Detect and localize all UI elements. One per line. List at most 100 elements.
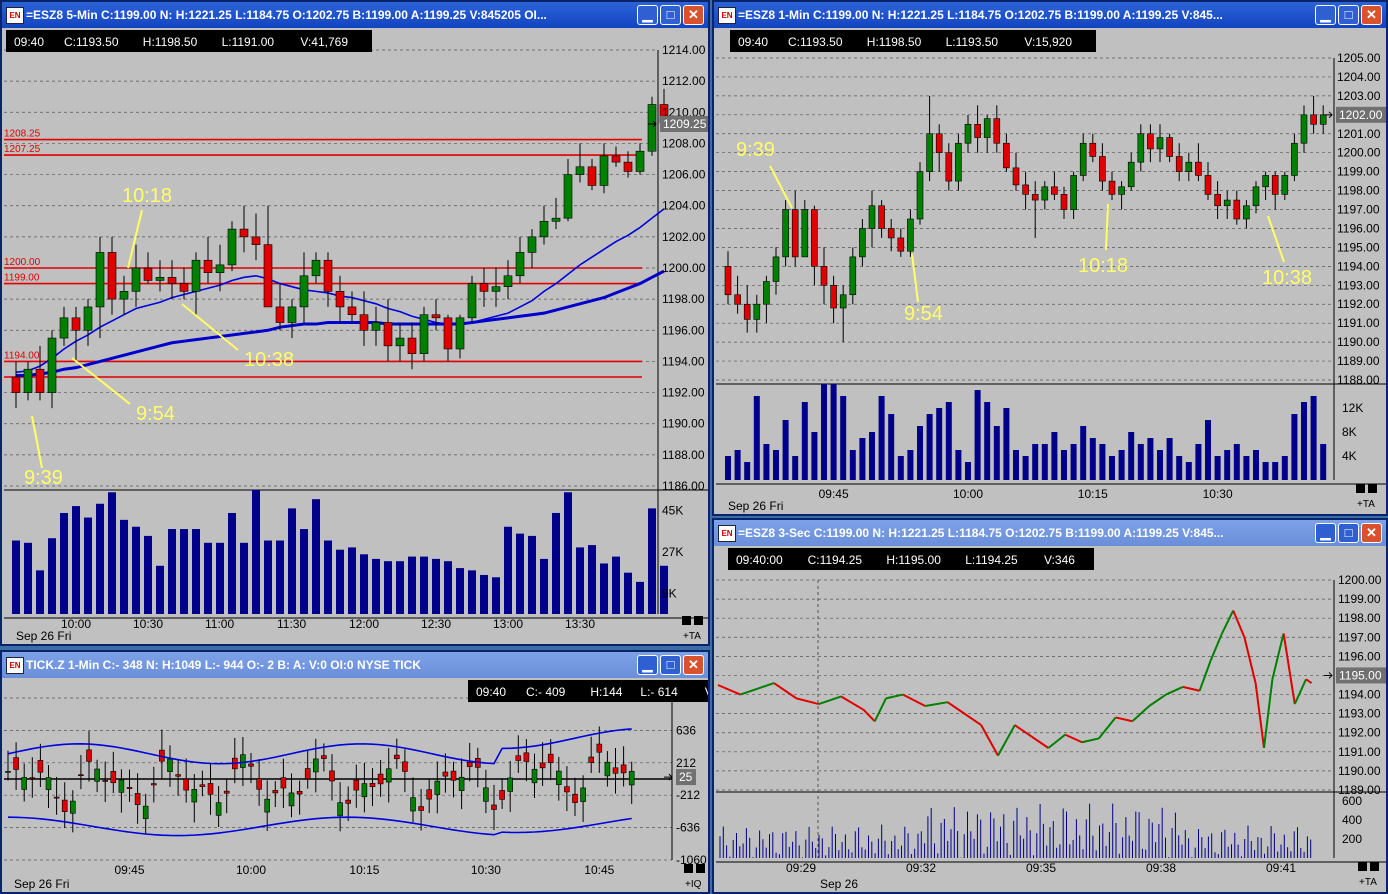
price-axis-label: 1199.00	[1338, 592, 1381, 606]
tick-candle	[183, 778, 189, 791]
maximize-button[interactable]: □	[660, 5, 681, 25]
minimize-button[interactable]: ▁	[637, 655, 658, 675]
bar5-candle	[23, 368, 33, 393]
volume-bar	[420, 556, 428, 614]
volume-bar	[869, 432, 875, 480]
bar5-candle	[11, 376, 21, 393]
tick-candle	[191, 789, 198, 803]
tick-candle	[596, 743, 603, 753]
tick-candle	[329, 770, 335, 782]
bar5-candle	[587, 166, 597, 186]
minimize-button[interactable]: ▁	[637, 5, 658, 25]
bar1-candle	[791, 209, 799, 258]
volume-axis-label: 4K	[1342, 449, 1357, 463]
time-axis-label: 10:00	[236, 863, 266, 877]
volume-bar	[72, 506, 80, 614]
bar5-candle	[467, 283, 477, 319]
info-field: H:1198.50	[867, 35, 922, 49]
tick-candle	[264, 798, 271, 813]
info-field: L:1193.50	[946, 35, 999, 49]
bar1-candle	[1233, 199, 1241, 220]
price-axis-label: 1193.00	[1338, 707, 1381, 721]
info-field: 09:40	[476, 685, 506, 699]
tick-candle	[70, 800, 76, 814]
tick-candle	[78, 774, 84, 777]
time-axis-label: 11:30	[277, 617, 306, 631]
maximize-button[interactable]: □	[1338, 523, 1359, 543]
titlebar-1min[interactable]: EN =ESZ8 1-Min C:1199.00 N: H:1221.25 L:…	[714, 2, 1386, 28]
volume-bar	[897, 456, 904, 480]
chart-3sec[interactable]: 1200.00 1199.00 1198.00 1197.00 1196.00 1195.…	[714, 546, 1386, 892]
price-axis-label: 1196.00	[1338, 649, 1381, 663]
close-button[interactable]: ✕	[683, 5, 704, 25]
annotation-label: 10:18	[122, 185, 172, 207]
annotation-label: 9:39	[736, 139, 775, 161]
volume-bar	[955, 450, 962, 480]
time-axis-label: 09:45	[819, 487, 849, 501]
close-button[interactable]: ✕	[1361, 5, 1382, 25]
volume-bar	[734, 450, 741, 480]
time-axis-label: 10:15	[349, 863, 379, 877]
info-field: C:1194.25	[808, 553, 863, 567]
bar1-candle	[724, 266, 732, 296]
volume-bar	[974, 390, 981, 480]
volume-bar	[564, 492, 572, 614]
tick-candle	[523, 752, 530, 762]
volume-axis-label: 9K	[662, 586, 677, 600]
window-5min[interactable]: EN =ESZ8 5-Min C:1199.00 N: H:1221.25 L:…	[0, 0, 710, 646]
annotation-label: 10:18	[1078, 255, 1128, 277]
bar1-candle	[1079, 142, 1087, 176]
window-tick[interactable]: EN TICK.Z 1-Min C:- 348 N: H:1049 L:- 94…	[0, 650, 710, 894]
price-axis-label: 1190.00	[1338, 764, 1381, 778]
bar1-candle	[1223, 199, 1231, 207]
volume-bar	[312, 499, 320, 614]
titlebar-5min[interactable]: EN =ESZ8 5-Min C:1199.00 N: H:1221.25 L:…	[2, 2, 708, 28]
volume-bar	[456, 568, 464, 614]
bar1-candle	[1271, 175, 1279, 195]
tick-candle	[53, 796, 60, 799]
price-axis-tick-label: 1201.00	[1337, 127, 1381, 141]
level-label: 1200.00	[4, 257, 41, 268]
price-axis-tick-label: 1192.00	[662, 386, 705, 400]
maximize-button[interactable]: □	[660, 655, 681, 675]
window-1min[interactable]: EN =ESZ8 1-Min C:1199.00 N: H:1221.25 L:…	[712, 0, 1388, 516]
tick-candle	[434, 780, 441, 795]
bar5-candle	[107, 252, 117, 300]
volume-bar	[324, 540, 332, 614]
window-3sec[interactable]: EN =ESZ8 3-Sec C:1199.00 N: H:1221.25 L:…	[712, 518, 1388, 894]
minimize-button[interactable]: ▁	[1315, 5, 1336, 25]
tick-candle	[588, 756, 595, 763]
tick-axis-label: 636	[676, 723, 696, 737]
scroll-box	[1358, 862, 1367, 871]
time-axis-label: 12:00	[349, 617, 379, 631]
volume-bar	[396, 561, 404, 614]
volume-bar	[48, 538, 56, 614]
maximize-button[interactable]: □	[1338, 5, 1359, 25]
tick-candle	[385, 768, 392, 783]
bar5-candle	[275, 306, 285, 323]
window-title: TICK.Z 1-Min C:- 348 N: H:1049 L:- 944 O…	[26, 658, 421, 672]
volume-bar	[240, 542, 248, 614]
last-price-label: 1209.25	[663, 117, 707, 131]
chart-1min[interactable]: 1205.00 1204.00 1203.00 1202.00 1201.00 1200.…	[714, 28, 1386, 514]
time-axis-label: 10:30	[1203, 487, 1233, 501]
volume-bar	[1262, 462, 1269, 480]
chart-5min[interactable]: 1208.25 1207.25 1200.00 1199.00 1194.00 1214.…	[2, 28, 708, 644]
bar5-candle	[575, 166, 585, 175]
titlebar-tick[interactable]: EN TICK.Z 1-Min C:- 348 N: H:1049 L:- 94…	[2, 652, 708, 678]
info-field: H:1198.50	[143, 35, 198, 49]
close-button[interactable]: ✕	[1361, 523, 1382, 543]
volume-bar	[108, 492, 116, 614]
price-axis-tick-label: 1205.00	[1337, 51, 1381, 65]
close-button[interactable]: ✕	[683, 655, 704, 675]
volume-bar	[840, 396, 847, 480]
volume-bar	[264, 540, 272, 614]
volume-bar	[1176, 456, 1183, 480]
chart-tick[interactable]: 1060636212-212-636-106009:4510:0010:1510…	[2, 678, 708, 892]
bar5-candle	[287, 306, 297, 323]
price-axis-tick-label: 1198.00	[1337, 184, 1380, 198]
minimize-button[interactable]: ▁	[1315, 523, 1336, 543]
titlebar-3sec[interactable]: EN =ESZ8 3-Sec C:1199.00 N: H:1221.25 L:…	[714, 520, 1386, 546]
last-price-label: 1195.00	[1339, 668, 1382, 682]
volume-bar	[811, 432, 818, 480]
